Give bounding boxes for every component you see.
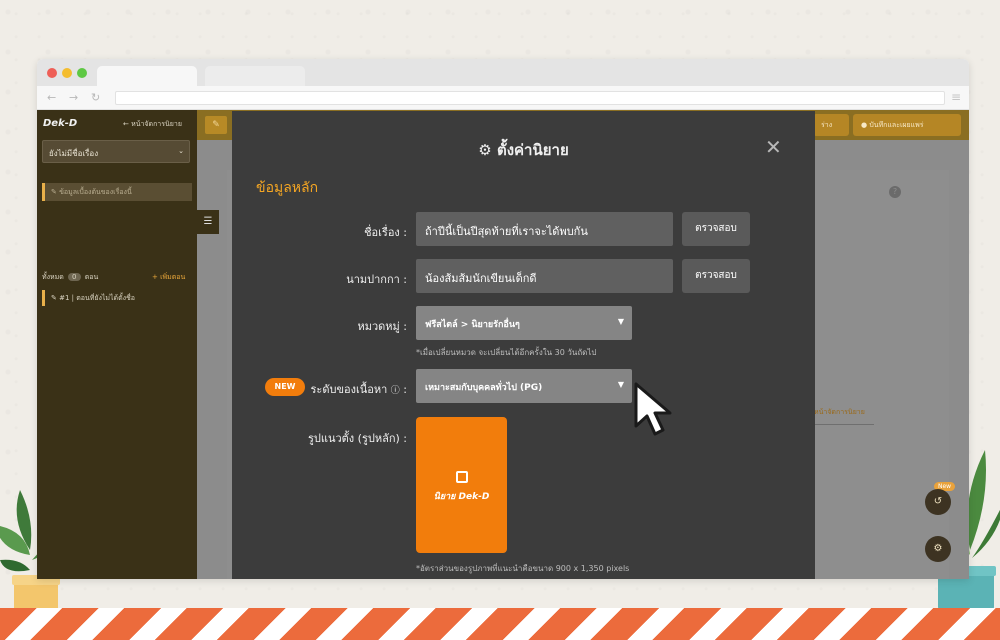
- maximize-window-icon[interactable]: [77, 68, 87, 78]
- edit-icon[interactable]: ✎: [205, 116, 227, 134]
- browser-tab[interactable]: [97, 66, 197, 86]
- category-dropdown[interactable]: ฟรีสไตล์ > นิยายรักอื่นๆ ▼: [416, 306, 632, 340]
- address-bar[interactable]: [115, 91, 945, 105]
- title-label: ชื่อเรื่อง :: [364, 226, 407, 239]
- penname-input[interactable]: น้องส้มส้มนักเขียนเด็กดี: [416, 259, 673, 293]
- category-hint: *เมื่อเปลี่ยนหมวด จะเปลี่ยนได้อีกครั้งใน…: [416, 348, 597, 357]
- toggle-sidebar-icon[interactable]: ☰: [197, 210, 219, 234]
- check-title-button[interactable]: ตรวจสอบ: [682, 212, 750, 246]
- story-select-value: ยังไม่มีชื่อเรื่อง: [49, 149, 99, 158]
- title-input[interactable]: ถ้าปีนี้เป็นปีสุดท้ายที่เราจะได้พบกัน: [416, 212, 673, 246]
- rating-label-text: ระดับของเนื้อหา: [310, 383, 388, 396]
- episode-count: ทั้งหมด 0 ตอน: [42, 272, 98, 283]
- story-select[interactable]: ยังไม่มีชื่อเรื่อง ⌄: [42, 140, 190, 163]
- minimize-window-icon[interactable]: [62, 68, 72, 78]
- penname-label: นามปากกา :: [346, 273, 407, 286]
- novel-settings-modal: ⚙ ตั้งค่านิยาย ✕ ข้อมูลหลัก ชื่อเรื่อง :…: [232, 111, 815, 579]
- cover-image-upload[interactable]: นิยาย Dek-D: [416, 417, 507, 553]
- sidebar-item-label: ข้อมูลเบื้องต้นของเรื่องนี้: [59, 188, 132, 196]
- save-draft-button[interactable]: ร่าง: [813, 114, 849, 136]
- dropdown-arrow-icon: ▼: [617, 317, 624, 326]
- browser-tab-bar: [37, 59, 969, 86]
- cover-logo-text: นิยาย Dek-D: [433, 492, 490, 502]
- mouse-pointer-icon: [634, 382, 672, 436]
- help-icon[interactable]: ?: [889, 186, 901, 198]
- settings-gear-icon[interactable]: ⚙: [925, 536, 951, 562]
- bottom-stripe-decoration: [0, 608, 1000, 640]
- rating-dropdown[interactable]: เหมาะสมกับบุคคลทั่วไป (PG) ▼: [416, 369, 632, 403]
- episode-count-badge: 0: [68, 273, 81, 281]
- sidebar: Dek-D ← หน้าจัดการนิยาย ยังไม่มีชื่อเรื่…: [37, 110, 197, 579]
- rating-value: เหมาะสมกับบุคคลทั่วไป (PG): [425, 383, 543, 393]
- modal-title: ⚙ ตั้งค่านิยาย: [232, 138, 815, 162]
- browser-nav-bar: ← → ↻ ≡: [37, 86, 969, 110]
- episode-count-prefix: ทั้งหมด: [42, 273, 64, 281]
- manage-novel-link[interactable]: หน้าจัดการนิยาย: [814, 407, 874, 425]
- modal-title-text: ตั้งค่านิยาย: [496, 141, 569, 159]
- episode-count-suffix: ตอน: [84, 273, 99, 281]
- sidebar-item-main-info[interactable]: ✎ ข้อมูลเบื้องต้นของเรื่องนี้: [42, 183, 192, 201]
- episode-label: #1 | ตอนที่ยังไม่ได้ตั้งชื่อ: [59, 294, 136, 302]
- cover-placeholder-logo: นิยาย Dek-D: [416, 470, 507, 503]
- sidebar-item-episode-1[interactable]: ✎ #1 | ตอนที่ยังไม่ได้ตั้งชื่อ: [42, 290, 192, 306]
- back-to-manage-link[interactable]: ← หน้าจัดการนิยาย: [123, 119, 182, 130]
- history-icon[interactable]: ↺: [925, 489, 951, 515]
- browser-tab[interactable]: [205, 66, 305, 86]
- info-icon[interactable]: ⓘ: [391, 386, 400, 396]
- close-window-icon[interactable]: [47, 68, 57, 78]
- dekd-logo[interactable]: Dek-D: [43, 118, 77, 129]
- check-penname-button[interactable]: ตรวจสอบ: [682, 259, 750, 293]
- dropdown-arrow-icon: ▼: [617, 380, 624, 389]
- menu-icon[interactable]: ≡: [951, 90, 961, 104]
- save-publish-button[interactable]: ● บันทึกและเผยแพร่: [853, 114, 961, 136]
- save-publish-label: บันทึกและเผยแพร่: [869, 121, 924, 129]
- add-episode-button[interactable]: + เพิ่มตอน: [152, 272, 185, 283]
- book-icon: [455, 471, 468, 483]
- section-title: ข้อมูลหลัก: [256, 180, 319, 196]
- chevron-down-icon: ⌄: [178, 147, 184, 155]
- cover-hint: *อัตราส่วนของรูปภาพที่แนะนำคือขนาด 900 x…: [416, 564, 630, 573]
- close-icon[interactable]: ✕: [765, 135, 782, 159]
- cover-label: รูปแนวตั้ง (รูปหลัก) :: [307, 432, 407, 445]
- category-label: หมวดหมู่ :: [357, 320, 407, 333]
- category-value: ฟรีสไตล์ > นิยายรักอื่นๆ: [425, 320, 520, 330]
- gear-icon: ⚙: [478, 141, 492, 159]
- reload-icon[interactable]: ↻: [91, 91, 100, 104]
- forward-arrow-icon[interactable]: →: [69, 91, 78, 104]
- rating-label: ระดับของเนื้อหา ⓘ :: [310, 383, 407, 396]
- back-arrow-icon[interactable]: ←: [47, 91, 56, 104]
